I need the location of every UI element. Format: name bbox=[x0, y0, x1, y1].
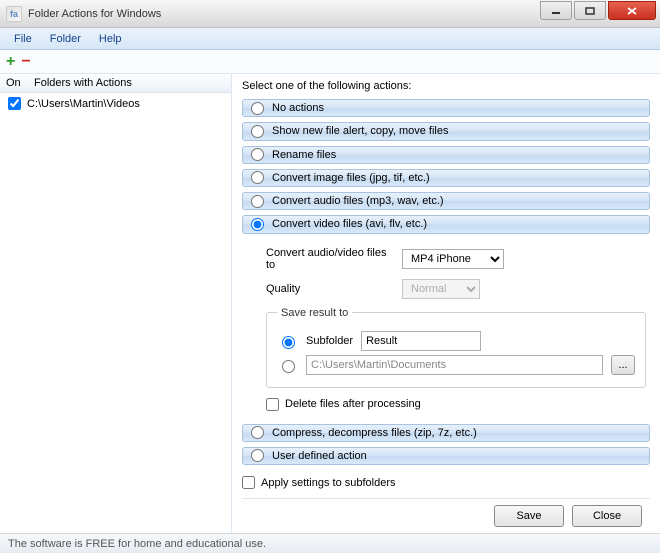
folders-header-on: On bbox=[6, 77, 34, 89]
save-path-radio[interactable] bbox=[282, 360, 295, 373]
action-label: No actions bbox=[272, 102, 324, 114]
minimize-button[interactable] bbox=[540, 1, 572, 20]
folders-pane: On Folders with Actions C:\Users\Martin\… bbox=[0, 74, 232, 533]
menu-help[interactable]: Help bbox=[91, 31, 130, 47]
remove-folder-button[interactable]: − bbox=[21, 55, 30, 69]
action-radio-user[interactable] bbox=[251, 449, 264, 462]
menu-file[interactable]: File bbox=[6, 31, 40, 47]
save-result-fieldset: Save result to Subfolder ... bbox=[266, 307, 646, 388]
titlebar: fa Folder Actions for Windows bbox=[0, 0, 660, 28]
actions-pane: Select one of the following actions: No … bbox=[232, 74, 660, 533]
action-label: Compress, decompress files (zip, 7z, etc… bbox=[272, 427, 477, 439]
window-title: Folder Actions for Windows bbox=[28, 8, 161, 20]
folder-enabled-checkbox[interactable] bbox=[8, 97, 21, 110]
status-text: The software is FREE for home and educat… bbox=[8, 538, 266, 550]
action-option-compress[interactable]: Compress, decompress files (zip, 7z, etc… bbox=[242, 424, 650, 442]
save-subfolder-radio[interactable] bbox=[282, 336, 295, 349]
app-icon: fa bbox=[6, 6, 22, 22]
maximize-button[interactable] bbox=[574, 1, 606, 20]
action-radio-alert[interactable] bbox=[251, 125, 264, 138]
action-radio-none[interactable] bbox=[251, 102, 264, 115]
save-result-legend: Save result to bbox=[277, 307, 352, 319]
action-option-rename[interactable]: Rename files bbox=[242, 146, 650, 164]
action-label: Convert video files (avi, flv, etc.) bbox=[272, 218, 427, 230]
statusbar: The software is FREE for home and educat… bbox=[0, 533, 660, 553]
action-option-video[interactable]: Convert video files (avi, flv, etc.) bbox=[242, 215, 650, 233]
action-radio-image[interactable] bbox=[251, 171, 264, 184]
add-folder-button[interactable]: + bbox=[6, 55, 15, 69]
folders-header: On Folders with Actions bbox=[0, 74, 231, 93]
delete-after-label: Delete files after processing bbox=[285, 398, 421, 410]
action-option-none[interactable]: No actions bbox=[242, 99, 650, 117]
close-window-button[interactable] bbox=[608, 1, 656, 20]
action-radio-audio[interactable] bbox=[251, 195, 264, 208]
save-button[interactable]: Save bbox=[494, 505, 564, 527]
delete-after-checkbox[interactable] bbox=[266, 398, 279, 411]
action-option-image[interactable]: Convert image files (jpg, tif, etc.) bbox=[242, 169, 650, 187]
apply-subfolders-row[interactable]: Apply settings to subfolders bbox=[242, 476, 650, 489]
action-radio-compress[interactable] bbox=[251, 426, 264, 439]
action-option-user[interactable]: User defined action bbox=[242, 447, 650, 465]
actions-select-label: Select one of the following actions: bbox=[242, 80, 650, 92]
delete-after-row[interactable]: Delete files after processing bbox=[266, 398, 646, 411]
apply-subfolders-label: Apply settings to subfolders bbox=[261, 477, 396, 489]
toolbar: + − bbox=[0, 50, 660, 74]
convert-target-label: Convert audio/video files to bbox=[266, 247, 396, 271]
action-label: Convert audio files (mp3, wav, etc.) bbox=[272, 195, 444, 207]
action-label: Convert image files (jpg, tif, etc.) bbox=[272, 172, 430, 184]
browse-button[interactable]: ... bbox=[611, 355, 635, 375]
menu-folder[interactable]: Folder bbox=[42, 31, 89, 47]
convert-quality-select: Normal bbox=[402, 279, 480, 299]
action-label: User defined action bbox=[272, 450, 367, 462]
button-bar: Save Close bbox=[242, 498, 650, 527]
menubar: File Folder Help bbox=[0, 28, 660, 50]
action-label: Show new file alert, copy, move files bbox=[272, 125, 448, 137]
save-path-input bbox=[306, 355, 603, 375]
action-radio-video[interactable] bbox=[251, 218, 264, 231]
action-option-audio[interactable]: Convert audio files (mp3, wav, etc.) bbox=[242, 192, 650, 210]
action-label: Rename files bbox=[272, 149, 336, 161]
action-option-alert[interactable]: Show new file alert, copy, move files bbox=[242, 122, 650, 140]
convert-subpanel: Convert audio/video files to MP4 iPhone … bbox=[242, 239, 650, 419]
save-subfolder-label: Subfolder bbox=[306, 335, 353, 347]
save-subfolder-input[interactable] bbox=[361, 331, 481, 351]
convert-quality-label: Quality bbox=[266, 283, 396, 295]
close-button[interactable]: Close bbox=[572, 505, 642, 527]
apply-subfolders-checkbox[interactable] bbox=[242, 476, 255, 489]
folder-path: C:\Users\Martin\Videos bbox=[27, 98, 140, 110]
folders-header-name: Folders with Actions bbox=[34, 77, 132, 89]
convert-target-select[interactable]: MP4 iPhone bbox=[402, 249, 504, 269]
folder-row[interactable]: C:\Users\Martin\Videos bbox=[0, 93, 231, 114]
action-radio-rename[interactable] bbox=[251, 148, 264, 161]
